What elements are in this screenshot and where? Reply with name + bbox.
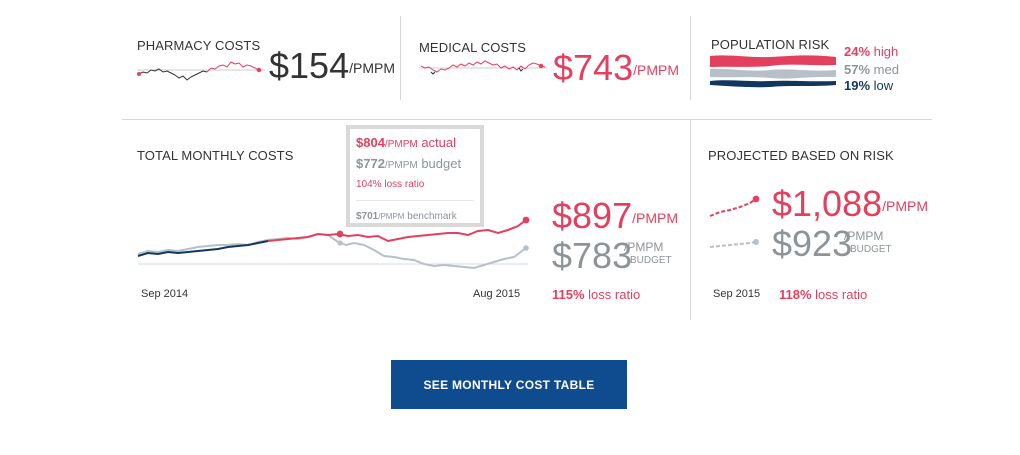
total-actual-value: $897/PMPM [552,198,678,234]
projected-chart [709,195,760,248]
projected-budget-unit-top: /PMPM [844,229,884,243]
total-budget-unit-bottom: BUDGET [630,255,672,266]
medical-amount: $743 [553,47,634,88]
projected-actual-amount: $1,088 [772,183,883,224]
medical-value: $743/PMPM [553,50,679,86]
tooltip-budget: $772/PMPM budget [356,154,474,175]
medical-costs-label: MEDICAL COSTS [419,40,527,55]
risk-med-pct: 57% [844,62,871,77]
total-budget-unit-top: /PMPM [624,240,664,254]
projected-date: Sep 2015 [713,288,761,300]
tooltip-budget-label: budget [421,156,462,171]
pharmacy-amount: $154 [269,45,350,86]
pharmacy-costs-label: PHARMACY COSTS [137,38,261,53]
risk-high-pct: 24% [844,44,871,59]
tooltip-actual-label: actual [421,135,457,150]
population-risk-ribbon [710,55,836,88]
risk-med-label: med [873,62,899,77]
pharmacy-value: $154/PMPM [269,48,395,84]
total-loss-pct: 115% [552,287,585,302]
divider-top-1 [400,16,401,100]
projected-budget-amount: $923 [772,223,853,264]
population-risk-label: POPULATION RISK [711,37,830,52]
total-actual-amount: $897 [552,195,633,236]
divider-top-2 [690,16,691,100]
projected-actual-unit: /PMPM [882,198,928,214]
tooltip-bench-unit: /PMPM [378,212,405,221]
medical-unit: /PMPM [633,62,679,78]
total-loss-label: loss ratio [588,287,641,302]
total-budget-unit: /PMPM BUDGET [624,241,672,267]
pharmacy-unit: /PMPM [349,60,395,76]
risk-high-label: high [873,44,899,59]
x-axis-start: Sep 2014 [141,288,189,300]
risk-low-label: low [873,78,894,93]
projected-budget-value: $923 [772,226,852,262]
risk-low-pct: 19% [844,78,871,93]
total-actual-unit: /PMPM [632,210,678,226]
total-budget-amount: $783 [552,235,633,276]
projected-label: PROJECTED BASED ON RISK [708,148,894,163]
tooltip-actual-unit: /PMPM [384,139,418,150]
see-monthly-cost-table-button[interactable]: SEE MONTHLY COST TABLE [391,360,627,409]
tooltip-actual: $804/PMPM actual [356,133,474,154]
pharmacy-sparkline [137,61,265,81]
total-monthly-costs-label: TOTAL MONTHLY COSTS [137,148,294,163]
risk-med: 57% med [844,62,899,77]
projected-budget-unit-bottom: BUDGET [850,244,892,255]
tooltip-bench-label: benchmark [407,211,457,222]
projected-actual-value: $1,088/PMPM [772,186,928,222]
chart-tooltip: $804/PMPM actual $772/PMPM budget 104% l… [346,125,484,227]
divider-horizontal [122,119,932,120]
tooltip-separator [356,200,474,201]
medical-sparkline [419,60,547,75]
projected-loss-ratio: 118% loss ratio [779,287,867,302]
total-loss-ratio: 115% loss ratio [552,287,640,302]
tooltip-benchmark: $701/PMPM benchmark [356,207,474,226]
projected-budget-unit: /PMPM BUDGET [844,230,892,256]
tooltip-budget-value: $772 [356,156,385,171]
tooltip-loss: 104% loss ratio [356,179,425,190]
tooltip-bench-value: $701 [356,211,379,222]
tooltip-budget-unit: /PMPM [384,160,418,171]
x-axis-end: Aug 2015 [473,288,521,300]
divider-bottom [690,120,691,320]
total-budget-value: $783 [552,238,632,274]
risk-low: 19% low [844,78,893,93]
projected-loss-pct: 118% [779,287,812,302]
tooltip-actual-value: $804 [356,135,385,150]
projected-loss-label: loss ratio [815,287,868,302]
risk-high: 24% high [844,44,898,59]
